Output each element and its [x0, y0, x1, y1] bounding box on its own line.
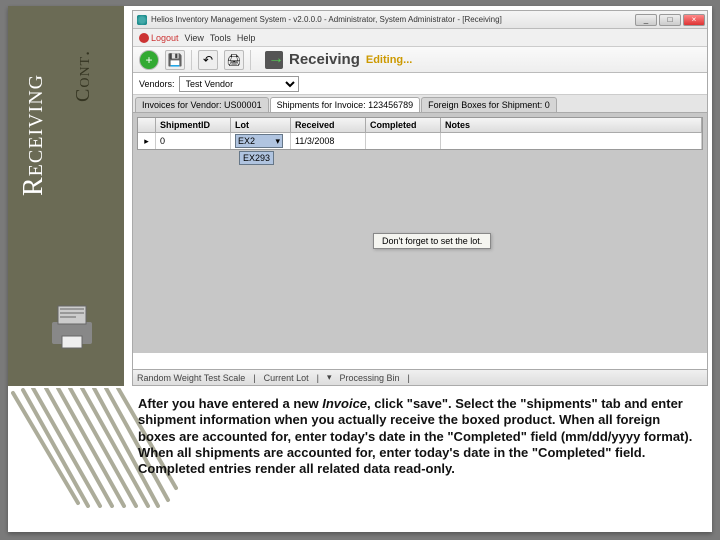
- menubar: Logout View Tools Help: [133, 29, 707, 47]
- grid-header-selector: [138, 118, 156, 132]
- status-segment: Processing Bin: [339, 373, 399, 383]
- tab-foreign-boxes[interactable]: Foreign Boxes for Shipment: 0: [421, 97, 557, 112]
- minimize-button[interactable]: _: [635, 14, 657, 26]
- tabbar: Invoices for Vendor: US00001 Shipments f…: [133, 95, 707, 113]
- grid-header-received[interactable]: Received: [291, 118, 366, 132]
- vendor-label: Vendors:: [139, 79, 175, 89]
- close-button[interactable]: ×: [683, 14, 705, 26]
- cell-received[interactable]: 11/3/2008: [291, 133, 366, 149]
- grid-row[interactable]: ▸ 0 EX2 ▾ 11/3/2008: [138, 133, 702, 149]
- chevron-down-icon: ▾: [275, 136, 280, 147]
- app-window: Helios Inventory Management System - v2.…: [132, 10, 708, 386]
- grid-header-shipment[interactable]: ShipmentID: [156, 118, 231, 132]
- cell-lot[interactable]: EX2 ▾: [231, 133, 291, 149]
- add-button[interactable]: +: [139, 50, 159, 70]
- tooltip: Don't forget to set the lot.: [373, 233, 491, 249]
- cell-completed[interactable]: [366, 133, 441, 149]
- row-indicator: ▸: [138, 133, 156, 149]
- grid-header: ShipmentID Lot Received Completed Notes: [138, 118, 702, 133]
- edit-mode-label: Editing...: [366, 54, 412, 66]
- status-segment: Random Weight Test Scale: [137, 373, 245, 383]
- menu-help[interactable]: Help: [237, 33, 256, 43]
- printer-clipart-icon: [46, 300, 98, 352]
- slide-caption: After you have entered a new Invoice, cl…: [138, 396, 694, 477]
- undo-button[interactable]: ↶: [198, 50, 218, 70]
- statusbar: Random Weight Test Scale | Current Lot |…: [133, 369, 707, 385]
- window-titlebar: Helios Inventory Management System - v2.…: [133, 11, 707, 29]
- page-header: Receiving Editing...: [265, 51, 412, 69]
- vendor-row: Vendors: Test Vendor: [133, 73, 707, 95]
- grid-header-lot[interactable]: Lot: [231, 118, 291, 132]
- grid-header-notes[interactable]: Notes: [441, 118, 702, 132]
- tab-invoices[interactable]: Invoices for Vendor: US00001: [135, 97, 269, 112]
- page-title: Receiving: [289, 51, 360, 68]
- grid-header-completed[interactable]: Completed: [366, 118, 441, 132]
- receiving-icon: [265, 51, 283, 69]
- app-icon: [137, 15, 147, 25]
- window-buttons: _ □ ×: [635, 14, 705, 26]
- print-button[interactable]: 🖨: [224, 50, 244, 70]
- slide-title: Receiving: [18, 74, 50, 196]
- menu-tools[interactable]: Tools: [210, 33, 231, 43]
- grid-area: ShipmentID Lot Received Completed Notes …: [133, 113, 707, 353]
- lot-dropdown-option[interactable]: EX293: [239, 151, 274, 165]
- cell-shipment[interactable]: 0: [156, 133, 231, 149]
- slide: Receiving Cont. Helios Inventory Managem…: [8, 6, 712, 532]
- separator: [250, 50, 251, 70]
- slide-subtitle: Cont.: [72, 50, 95, 102]
- lot-dropdown[interactable]: EX2 ▾: [235, 134, 283, 148]
- maximize-button[interactable]: □: [659, 14, 681, 26]
- save-button[interactable]: 💾: [165, 50, 185, 70]
- window-title: Helios Inventory Management System - v2.…: [151, 15, 635, 24]
- separator: [191, 50, 192, 70]
- menu-view[interactable]: View: [185, 33, 204, 43]
- shipments-grid: ShipmentID Lot Received Completed Notes …: [137, 117, 703, 150]
- menu-logout[interactable]: Logout: [139, 33, 179, 43]
- toolbar: + 💾 ↶ 🖨 Receiving Editing...: [133, 47, 707, 73]
- sidebar: Receiving Cont.: [8, 6, 124, 386]
- cell-notes[interactable]: [441, 133, 702, 149]
- status-segment: Current Lot: [264, 373, 309, 383]
- vendor-select[interactable]: Test Vendor: [179, 76, 299, 92]
- tab-shipments[interactable]: Shipments for Invoice: 123456789: [270, 97, 421, 112]
